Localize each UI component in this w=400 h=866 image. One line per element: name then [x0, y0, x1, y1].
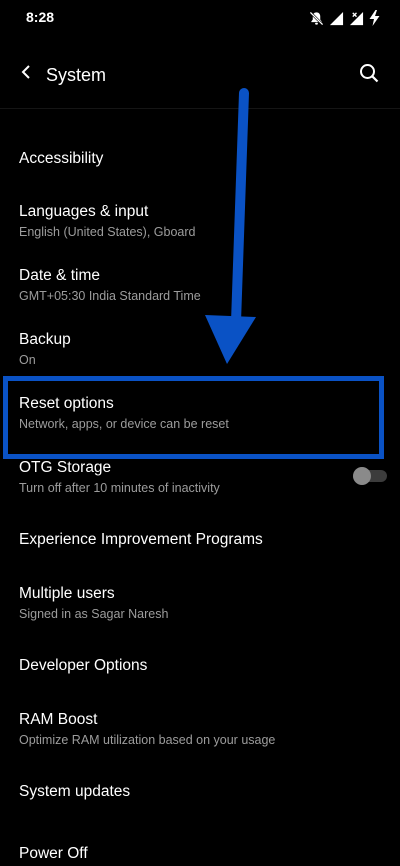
settings-item-date-time[interactable]: Date & time GMT+05:30 India Standard Tim… — [0, 256, 400, 316]
settings-item-experience-improvement[interactable]: Experience Improvement Programs — [0, 516, 400, 566]
settings-item-developer-options[interactable]: Developer Options — [0, 642, 400, 692]
settings-item-multiple-users[interactable]: Multiple users Signed in as Sagar Naresh — [0, 574, 400, 634]
back-arrow-icon — [19, 64, 33, 85]
back-button[interactable] — [10, 58, 42, 90]
signal-icon — [329, 11, 344, 26]
signal-no-data-icon — [349, 11, 364, 26]
toggle-thumb — [353, 467, 371, 485]
item-title: Developer Options — [19, 657, 148, 674]
item-subtitle: English (United States), Gboard — [19, 225, 196, 239]
app-bar: System — [0, 44, 400, 109]
item-subtitle: On — [19, 353, 36, 367]
item-title: Backup — [19, 331, 71, 348]
item-subtitle: Turn off after 10 minutes of inactivity — [19, 481, 220, 495]
item-subtitle: Signed in as Sagar Naresh — [19, 607, 169, 621]
item-title: Power Off — [19, 845, 88, 862]
item-subtitle: GMT+05:30 India Standard Time — [19, 289, 201, 303]
status-time: 8:28 — [26, 9, 55, 25]
settings-item-accessibility[interactable]: Accessibility — [0, 134, 400, 184]
status-icons — [309, 9, 380, 27]
settings-item-languages-input[interactable]: Languages & input English (United States… — [0, 192, 400, 252]
reset-options-highlight — [3, 376, 384, 459]
item-title: Languages & input — [19, 203, 149, 220]
item-title: Multiple users — [19, 585, 115, 602]
search-icon — [359, 63, 379, 88]
item-title: OTG Storage — [19, 459, 112, 476]
item-subtitle: Optimize RAM utilization based on your u… — [19, 733, 276, 747]
page-title: System — [46, 65, 107, 85]
settings-item-power-off[interactable]: Power Off — [0, 830, 400, 866]
settings-item-ram-boost[interactable]: RAM Boost Optimize RAM utilization based… — [0, 700, 400, 760]
mute-bell-icon — [309, 11, 324, 26]
item-title: System updates — [19, 783, 131, 800]
item-title: RAM Boost — [19, 711, 98, 728]
status-bar: 8:28 — [0, 0, 400, 34]
search-button[interactable] — [352, 58, 386, 92]
otg-storage-toggle[interactable] — [353, 467, 387, 485]
settings-item-system-updates[interactable]: System updates — [0, 768, 400, 818]
item-title: Experience Improvement Programs — [19, 531, 263, 548]
settings-item-backup[interactable]: Backup On — [0, 320, 400, 380]
item-title: Accessibility — [19, 150, 104, 167]
charging-bolt-icon — [369, 10, 380, 26]
item-title: Date & time — [19, 267, 100, 284]
